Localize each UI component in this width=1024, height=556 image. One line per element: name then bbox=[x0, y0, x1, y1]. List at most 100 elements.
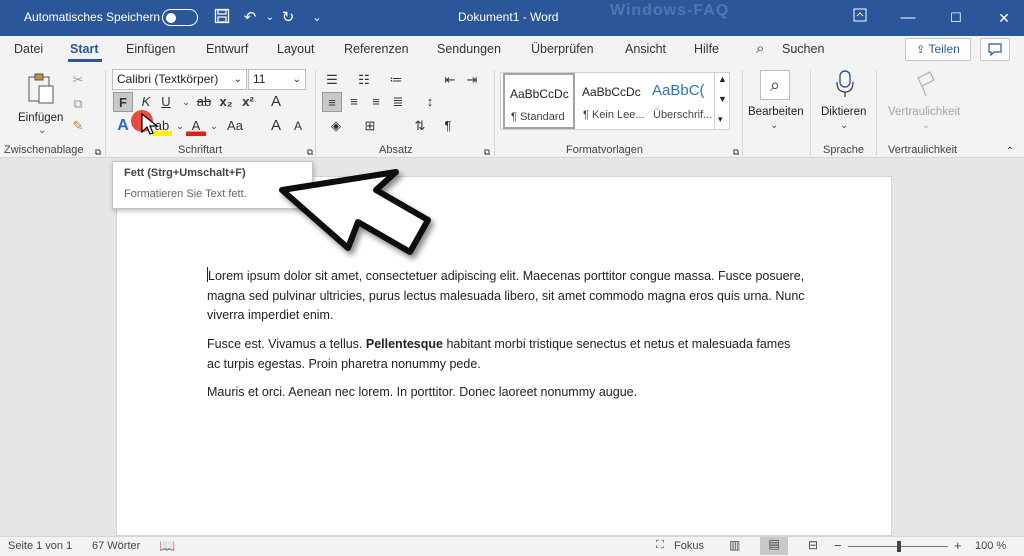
search-label[interactable]: Suchen bbox=[782, 42, 824, 56]
change-case-button[interactable]: Aa bbox=[222, 116, 248, 136]
bold-button[interactable]: F bbox=[113, 92, 133, 112]
active-tab-indicator bbox=[68, 59, 102, 62]
zoom-slider-thumb[interactable] bbox=[897, 541, 901, 552]
ribbon: Einfügen ⌄ ✂ ⧉ ✎ Zwischenablage ⧉ Calibr… bbox=[0, 64, 1024, 158]
tab-layout[interactable]: Layout bbox=[277, 42, 315, 56]
zoom-level[interactable]: 100 % bbox=[975, 540, 1006, 552]
sensitivity-label: Vertraulichkeit bbox=[888, 106, 961, 118]
toggle-knob bbox=[166, 12, 176, 23]
increase-indent-icon[interactable]: ⇥ bbox=[462, 70, 482, 90]
editing-button[interactable]: ⌕ Bearbeiten ⌄ bbox=[746, 68, 804, 140]
comments-button[interactable] bbox=[980, 38, 1010, 61]
font-color-dropdown-icon[interactable]: ⌄ bbox=[204, 116, 224, 136]
page-count[interactable]: Seite 1 von 1 bbox=[8, 540, 72, 552]
focus-label[interactable]: Fokus bbox=[674, 540, 704, 552]
minimize-icon[interactable]: — bbox=[898, 8, 918, 28]
share-button[interactable]: ⇪ Teilen bbox=[905, 38, 971, 61]
redo-icon[interactable]: ↻ bbox=[278, 8, 298, 28]
style-no-spacing[interactable]: AaBbCcDc ¶ Kein Lee... bbox=[577, 73, 649, 129]
tab-einfuegen[interactable]: Einfügen bbox=[126, 42, 175, 56]
paragraph-2[interactable]: Fusce est. Vivamus a tellus. Pellentesqu… bbox=[207, 335, 807, 374]
chevron-down-icon: ⌄ bbox=[770, 120, 779, 131]
tab-hilfe[interactable]: Hilfe bbox=[694, 42, 719, 56]
zoom-out-button[interactable]: − bbox=[834, 538, 842, 553]
search-icon[interactable]: ⌕ bbox=[756, 40, 764, 57]
style-preview: AaBbCcDc bbox=[510, 87, 569, 101]
tooltip-title: Fett (Strg+Umschalt+F) bbox=[124, 167, 246, 179]
justify-icon[interactable]: ≣ bbox=[388, 92, 408, 112]
save-icon[interactable] bbox=[212, 8, 232, 28]
align-right-icon[interactable]: ≡ bbox=[366, 92, 386, 112]
font-name-field[interactable]: Calibri (Textkörper) ⌄ bbox=[112, 69, 247, 90]
format-painter-icon[interactable]: ✎ bbox=[68, 116, 88, 136]
zoom-in-button[interactable]: + bbox=[954, 538, 962, 553]
font-color-button[interactable]: A bbox=[186, 116, 206, 136]
sensitivity-button[interactable]: Vertraulichkeit ⌄ bbox=[882, 68, 968, 140]
style-name: ¶ Standard bbox=[511, 111, 565, 123]
dictate-button[interactable]: Diktieren ⌄ bbox=[816, 68, 874, 140]
text-effects-button[interactable]: A bbox=[113, 116, 133, 136]
paste-dropdown-icon: ⌄ bbox=[38, 125, 47, 136]
tab-sendungen[interactable]: Sendungen bbox=[437, 42, 501, 56]
proofing-icon[interactable]: 📖 bbox=[159, 538, 175, 554]
superscript-button[interactable]: x² bbox=[238, 92, 258, 112]
close-icon[interactable]: ✕ bbox=[994, 8, 1014, 28]
styles-group-label: Formatvorlagen bbox=[566, 144, 644, 156]
shrink-font-button[interactable]: A bbox=[288, 116, 308, 136]
undo-icon[interactable]: ↶ bbox=[240, 8, 260, 28]
undo-dropdown-icon[interactable]: ⌄ bbox=[260, 8, 280, 28]
line-spacing-icon[interactable]: ↕ bbox=[420, 92, 440, 112]
cut-icon[interactable]: ✂ bbox=[68, 70, 88, 90]
underline-button[interactable]: U bbox=[156, 92, 176, 112]
customize-toolbar-icon[interactable]: ⌄ bbox=[307, 8, 327, 28]
tooltip-description: Formatieren Sie Text fett. bbox=[124, 188, 247, 200]
clear-formatting-button[interactable]: A bbox=[266, 92, 286, 112]
styles-scroll[interactable]: ▲ ▼ ▾ bbox=[714, 72, 730, 130]
tab-ueberpruefen[interactable]: Überprüfen bbox=[531, 42, 594, 56]
title-bar: Automatisches Speichern ↶ ⌄ ↻ ⌄ Dokument… bbox=[0, 0, 1024, 36]
style-name: Überschrif... bbox=[653, 109, 713, 121]
underline-dropdown-icon[interactable]: ⌄ bbox=[176, 92, 196, 112]
tab-referenzen[interactable]: Referenzen bbox=[344, 42, 409, 56]
paste-button[interactable]: Einfügen ⌄ bbox=[14, 70, 64, 140]
align-left-icon[interactable]: ≡ bbox=[322, 92, 342, 112]
autosave-toggle[interactable] bbox=[162, 9, 198, 26]
maximize-icon[interactable]: ☐ bbox=[946, 8, 966, 28]
ribbon-display-icon[interactable] bbox=[850, 8, 870, 28]
numbering-icon[interactable]: ☷ bbox=[354, 70, 374, 90]
align-center-icon[interactable]: ≡ bbox=[344, 92, 364, 112]
copy-icon[interactable]: ⧉ bbox=[68, 94, 88, 114]
bullets-icon[interactable]: ☰ bbox=[322, 70, 342, 90]
grow-font-button[interactable]: A bbox=[266, 116, 286, 136]
style-heading[interactable]: AaBbC( Überschrif... bbox=[647, 73, 719, 129]
subscript-button[interactable]: x₂ bbox=[216, 92, 236, 112]
font-size-field[interactable]: 11 ⌄ bbox=[248, 69, 306, 90]
mouse-cursor-icon bbox=[141, 112, 159, 135]
separator bbox=[105, 70, 106, 156]
tab-ansicht[interactable]: Ansicht bbox=[625, 42, 666, 56]
autosave-label: Automatisches Speichern bbox=[24, 10, 161, 24]
word-count[interactable]: 67 Wörter bbox=[92, 540, 140, 552]
pointer-arrow-icon bbox=[279, 169, 431, 255]
decrease-indent-icon[interactable]: ⇤ bbox=[440, 70, 460, 90]
read-mode-icon[interactable]: ▥ bbox=[729, 538, 740, 552]
font-size-value: 11 bbox=[253, 72, 266, 86]
tab-start[interactable]: Start bbox=[70, 42, 98, 56]
tab-datei[interactable]: Datei bbox=[14, 42, 43, 56]
shading-icon[interactable]: ◈ bbox=[326, 116, 346, 136]
paragraph-3-text: Mauris et orci. Aenean nec lorem. In por… bbox=[207, 385, 638, 399]
multilevel-list-icon[interactable]: ≔ bbox=[386, 70, 406, 90]
print-layout-icon[interactable]: ▤ bbox=[760, 537, 788, 555]
sort-icon[interactable]: ⇅ bbox=[410, 116, 430, 136]
borders-icon[interactable]: ⊞ bbox=[360, 116, 380, 136]
show-formatting-button[interactable]: ¶ bbox=[438, 116, 458, 136]
tab-entwurf[interactable]: Entwurf bbox=[206, 42, 248, 56]
style-standard[interactable]: AaBbCcDc ¶ Standard bbox=[503, 73, 575, 129]
paragraph-1[interactable]: Lorem ipsum dolor sit amet, consectetuer… bbox=[207, 267, 807, 326]
italic-button[interactable]: K bbox=[136, 92, 156, 112]
editing-label: Bearbeiten bbox=[748, 106, 804, 118]
web-layout-icon[interactable]: ⊟ bbox=[808, 538, 818, 552]
paragraph-3[interactable]: Mauris et orci. Aenean nec lorem. In por… bbox=[207, 383, 807, 403]
strikethrough-button[interactable]: ab bbox=[194, 92, 214, 112]
focus-icon[interactable]: ⛶ bbox=[656, 539, 664, 552]
